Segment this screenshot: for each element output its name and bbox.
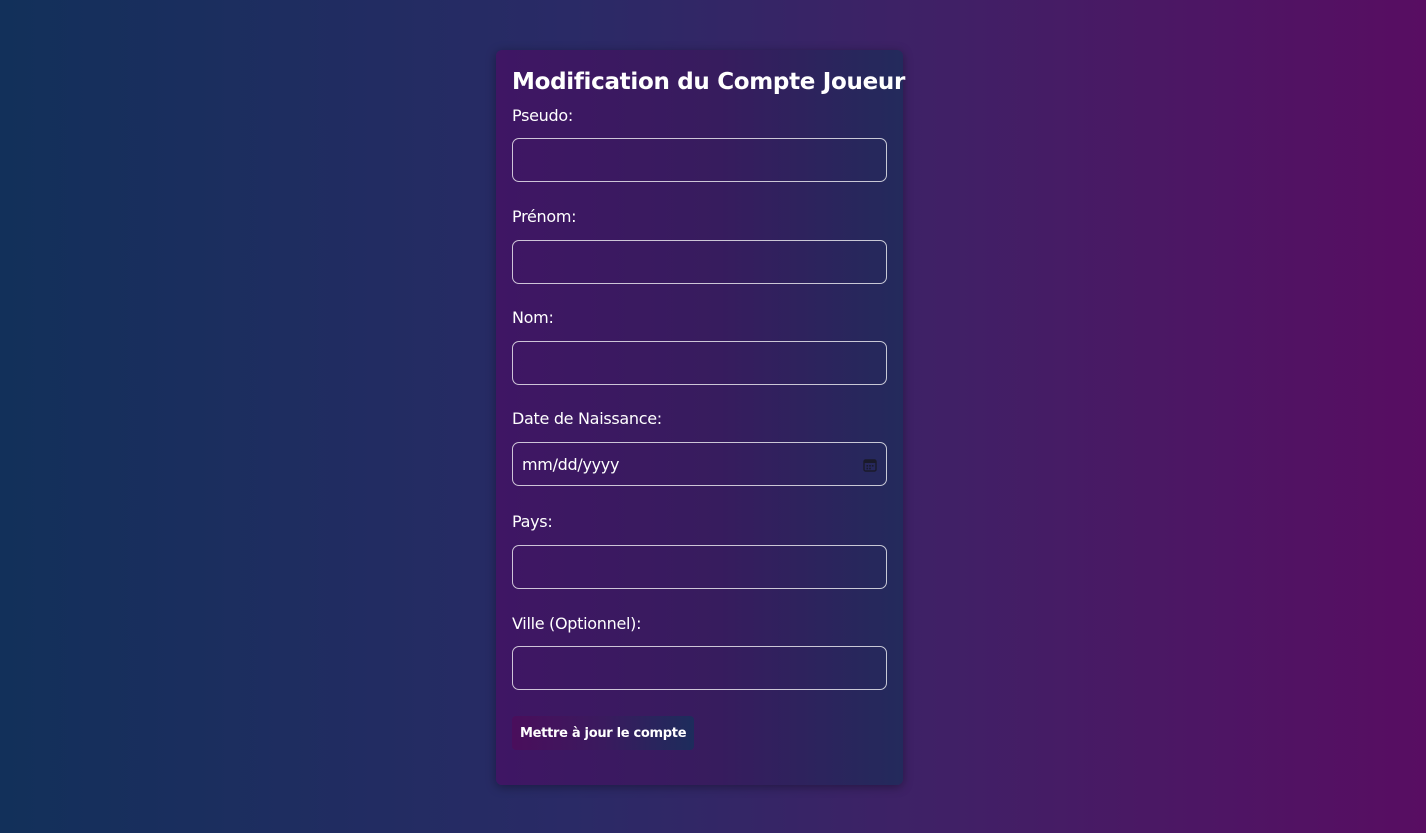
form-title: Modification du Compte Joueur — [512, 69, 906, 95]
ville-label: Ville (Optionnel): — [512, 614, 642, 633]
account-edit-card: Modification du Compte Joueur Pseudo: Pr… — [496, 50, 906, 785]
birthdate-input[interactable]: mm/dd/yyyy — [512, 442, 887, 486]
pseudo-field-group: Pseudo: — [512, 106, 887, 182]
prenom-input[interactable] — [512, 240, 887, 284]
nom-input[interactable] — [512, 341, 887, 385]
birthdate-label: Date de Naissance: — [512, 409, 662, 428]
pays-field-group: Pays: — [512, 512, 887, 589]
prenom-label: Prénom: — [512, 207, 577, 226]
prenom-field-group: Prénom: — [512, 207, 887, 284]
update-account-button[interactable]: Mettre à jour le compte — [512, 716, 695, 750]
ville-field-group: Ville (Optionnel): — [512, 614, 887, 690]
nom-label: Nom: — [512, 308, 554, 327]
pseudo-label: Pseudo: — [512, 106, 573, 125]
ville-input[interactable] — [512, 646, 887, 690]
nom-field-group: Nom: — [512, 308, 887, 385]
birthdate-field-group: Date de Naissance: mm/dd/yyyy — [512, 409, 887, 486]
pays-input[interactable] — [512, 545, 887, 589]
birthdate-value: mm/dd/yyyy — [522, 454, 620, 474]
pseudo-input[interactable] — [512, 138, 887, 182]
pays-label: Pays: — [512, 512, 553, 531]
calendar-icon[interactable] — [863, 457, 877, 472]
